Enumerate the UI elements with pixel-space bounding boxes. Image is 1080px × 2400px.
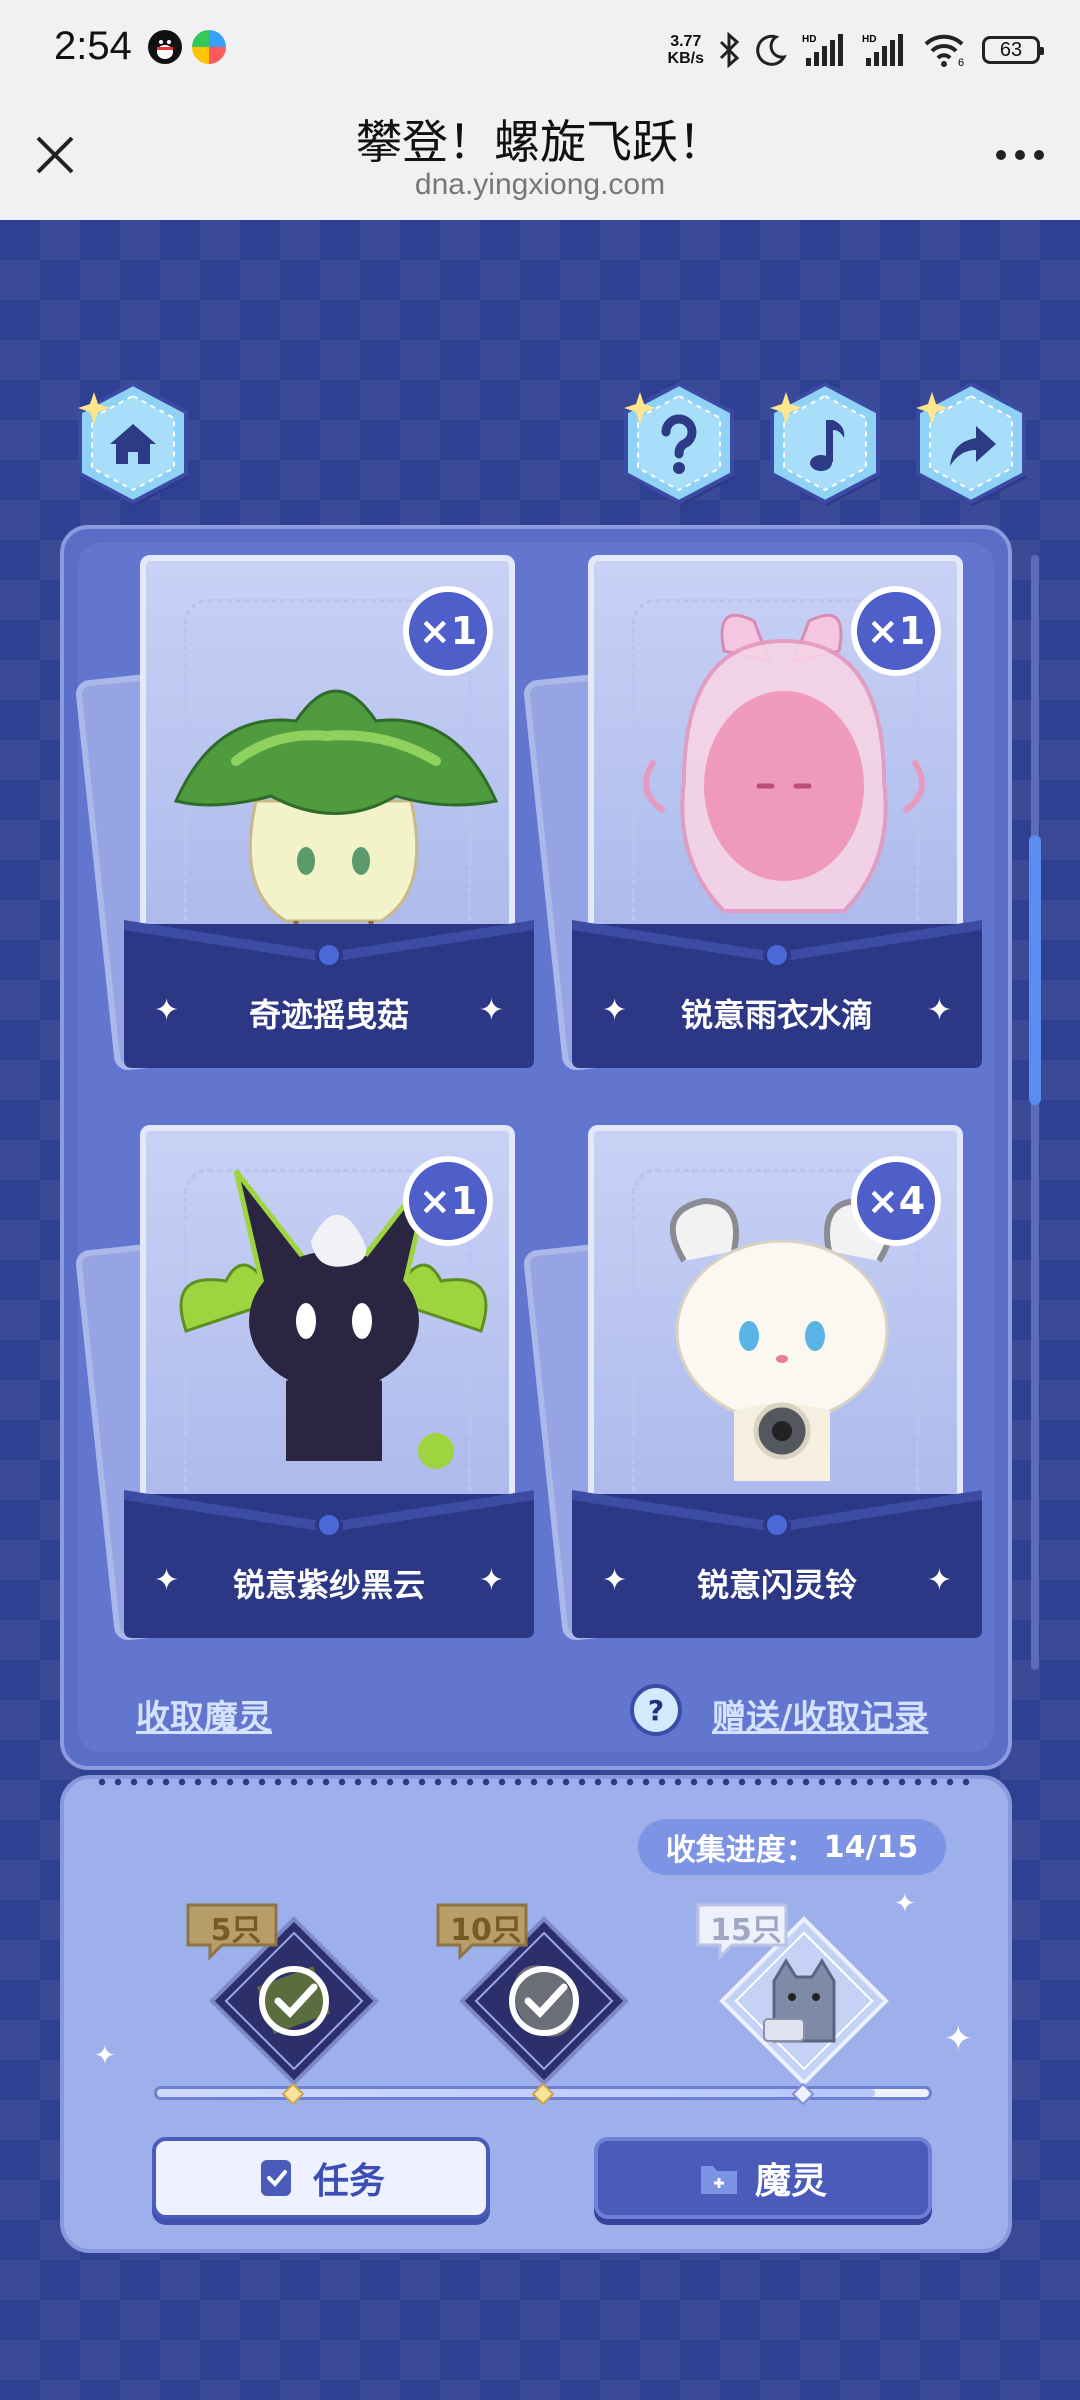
sparkle-icon: ✦: [926, 993, 952, 1028]
checkpoint-diamond-icon: [792, 2083, 814, 2105]
milestone-label: 5只: [210, 1913, 262, 1948]
spirit-card[interactable]: ×4 ✦ 锐意闪灵铃 ✦: [522, 1125, 982, 1645]
svg-text:HD: HD: [862, 34, 876, 45]
page-title: 攀登！螺旋飞跃！: [356, 115, 724, 169]
spirit-name: 锐意紫纱黑云: [232, 1566, 425, 1604]
page-url: dna.yingxiong.com: [414, 168, 666, 201]
count-badge: ×1: [851, 586, 941, 676]
checkpoint-diamond-icon: [532, 2083, 554, 2105]
signal-1-icon: HD: [802, 34, 843, 66]
folder-add-icon: [700, 2166, 737, 2194]
bluetooth-icon: [719, 32, 740, 68]
records-link[interactable]: 赠送/收取记录: [712, 1690, 928, 1739]
browser-app-icon: [192, 30, 226, 64]
task-button[interactable]: 任务: [152, 2137, 490, 2219]
qq-app-icon: [148, 30, 182, 64]
signal-2-icon: HD: [862, 34, 903, 66]
spirit-name: 奇迹摇曳菇: [248, 996, 409, 1034]
milestone-5[interactable]: 5只: [186, 1901, 394, 2101]
help-icon[interactable]: ?: [630, 1684, 682, 1736]
status-indicators: 3.77 KB/s HD HD 6 63: [667, 28, 1044, 72]
task-icon: [260, 2160, 291, 2196]
svg-text:6: 6: [958, 57, 964, 68]
collection-progress: 收集进度： 14/15: [638, 1819, 946, 1875]
task-button-label: 任务: [312, 2161, 385, 2202]
scrollbar-thumb[interactable]: [1029, 835, 1041, 1105]
progress-panel: 收集进度： 14/15 ✦ ✦ ✦ ✦ 5只 10只: [60, 1775, 1012, 2253]
wifi-icon: 6: [924, 34, 964, 68]
status-time: 2:54: [54, 24, 132, 68]
music-button[interactable]: [762, 380, 888, 506]
milestone-10[interactable]: 10只: [436, 1901, 644, 2101]
spirit-card[interactable]: ×1 ✦ 奇迹摇曳菇 ✦: [74, 555, 534, 1075]
scrollbar-track[interactable]: [1031, 555, 1039, 1670]
milestone-label: 15只: [710, 1913, 782, 1948]
count-badge: ×4: [851, 1156, 941, 1246]
progress-fill: [157, 2089, 875, 2097]
count-badge: ×1: [403, 1156, 493, 1246]
collect-spirit-link[interactable]: 收取魔灵: [136, 1690, 272, 1739]
spirit-card[interactable]: ×1 ✦ 锐意紫纱黑云 ✦: [74, 1125, 534, 1645]
sparkle-icon: ✦: [926, 1563, 952, 1598]
spirit-button[interactable]: 魔灵: [594, 2137, 932, 2219]
browser-title-bar: 攀登！螺旋飞跃！ dna.yingxiong.com: [0, 96, 1080, 221]
share-button[interactable]: [908, 380, 1034, 506]
more-options-button[interactable]: [990, 140, 1050, 170]
sparkle-icon: ✦: [478, 1563, 504, 1598]
help-button[interactable]: [616, 380, 742, 506]
status-bar: 2:54 3.77 KB/s HD HD 6 63: [0, 0, 1080, 96]
spirit-name: 锐意闪灵铃: [696, 1566, 857, 1604]
spirit-name: 锐意雨衣水滴: [680, 996, 873, 1034]
home-button[interactable]: [70, 380, 196, 506]
spirit-button-label: 魔灵: [754, 2161, 827, 2202]
net-speed: 3.77 KB/s: [667, 33, 704, 67]
sparkle-icon: ✦: [94, 2041, 116, 2071]
progress-label: 收集进度：: [665, 1833, 816, 1868]
checkpoint-diamond-icon: [282, 2083, 304, 2105]
count-badge: ×1: [403, 586, 493, 676]
spirit-card[interactable]: ×1 ✦ 锐意雨衣水滴 ✦: [522, 555, 982, 1075]
sparkle-icon: ✦: [478, 993, 504, 1028]
moon-icon: [756, 34, 787, 66]
milestone-label: 10只: [450, 1913, 522, 1948]
battery-indicator: 63: [982, 36, 1044, 64]
milestone-15[interactable]: 15只: [696, 1901, 904, 2101]
sparkle-icon: ✦: [944, 2019, 973, 2059]
progress-value: 14/15: [823, 1829, 919, 1865]
svg-text:HD: HD: [802, 34, 816, 45]
